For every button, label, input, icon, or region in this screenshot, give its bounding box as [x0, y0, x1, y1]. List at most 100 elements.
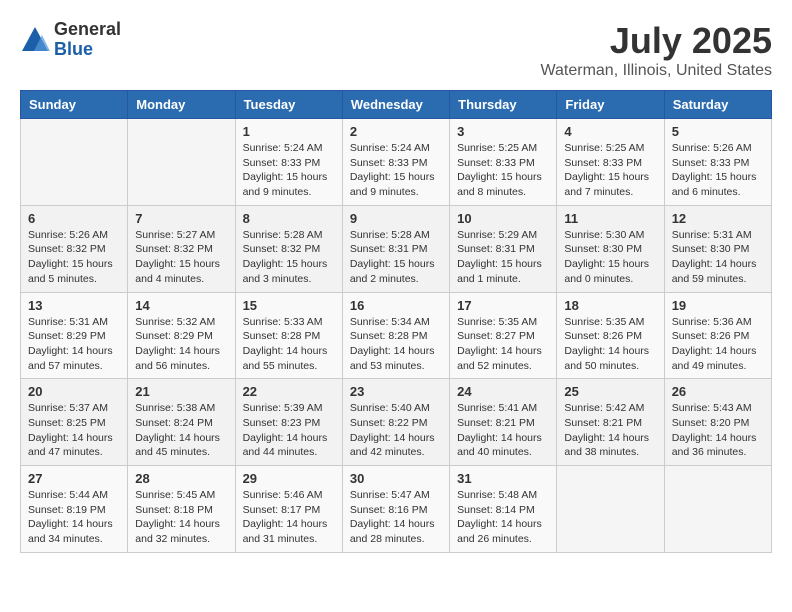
calendar-cell: 26 Sunrise: 5:43 AM Sunset: 8:20 PM Dayli…: [664, 379, 771, 466]
calendar-cell: 19Sunrise: 5:36 AM Sunset: 8:26 PM Dayli…: [664, 292, 771, 379]
day-info: Sunrise: 5:32 AM Sunset: 8:29 PM Dayligh…: [135, 315, 227, 374]
calendar-cell: 23 Sunrise: 5:40 AM Sunset: 8:22 PM Dayli…: [342, 379, 449, 466]
calendar-cell: 2Sunrise: 5:24 AM Sunset: 8:33 PM Daylig…: [342, 119, 449, 206]
calendar-week-1: 1Sunrise: 5:24 AM Sunset: 8:33 PM Daylig…: [21, 119, 772, 206]
day-number: 15: [243, 298, 335, 313]
day-number: 31: [457, 471, 549, 486]
calendar-cell: 12 Sunrise: 5:31 AM Sunset: 8:30 PM Dayli…: [664, 205, 771, 292]
day-number: 25: [564, 384, 656, 399]
day-number: 27: [28, 471, 120, 486]
logo-blue-text: Blue: [54, 40, 121, 60]
calendar-week-5: 27 Sunrise: 5:44 AM Sunset: 8:19 PM Dayli…: [21, 466, 772, 553]
day-info: Sunrise: 5:38 AM Sunset: 8:24 PM Dayligh…: [135, 401, 227, 460]
calendar-cell: 20Sunrise: 5:37 AM Sunset: 8:25 PM Dayli…: [21, 379, 128, 466]
day-info: Sunrise: 5:25 AM Sunset: 8:33 PM Dayligh…: [564, 141, 656, 200]
day-number: 22: [243, 384, 335, 399]
calendar-cell: [557, 466, 664, 553]
day-info: Sunrise: 5:27 AM Sunset: 8:32 PM Dayligh…: [135, 228, 227, 287]
calendar-cell: 18 Sunrise: 5:35 AM Sunset: 8:26 PM Dayli…: [557, 292, 664, 379]
day-number: 9: [350, 211, 442, 226]
day-number: 24: [457, 384, 549, 399]
day-number: 29: [243, 471, 335, 486]
calendar-cell: 11 Sunrise: 5:30 AM Sunset: 8:30 PM Dayli…: [557, 205, 664, 292]
day-number: 13: [28, 298, 120, 313]
calendar-cell: [21, 119, 128, 206]
day-info: Sunrise: 5:46 AM Sunset: 8:17 PM Dayligh…: [243, 488, 335, 547]
calendar-cell: 5 Sunrise: 5:26 AM Sunset: 8:33 PM Daylig…: [664, 119, 771, 206]
day-number: 6: [28, 211, 120, 226]
day-number: 14: [135, 298, 227, 313]
day-number: 17: [457, 298, 549, 313]
calendar-cell: 8 Sunrise: 5:28 AM Sunset: 8:32 PM Daylig…: [235, 205, 342, 292]
calendar-cell: 15 Sunrise: 5:33 AM Sunset: 8:28 PM Dayli…: [235, 292, 342, 379]
day-info: Sunrise: 5:24 AM Sunset: 8:33 PM Dayligh…: [350, 141, 442, 200]
logo-icon: [20, 25, 50, 55]
calendar-cell: 25Sunrise: 5:42 AM Sunset: 8:21 PM Dayli…: [557, 379, 664, 466]
day-number: 26: [672, 384, 764, 399]
page-header: General Blue July 2025 Waterman, Illinoi…: [20, 20, 772, 80]
calendar-cell: 14 Sunrise: 5:32 AM Sunset: 8:29 PM Dayli…: [128, 292, 235, 379]
day-info: Sunrise: 5:28 AM Sunset: 8:31 PM Dayligh…: [350, 228, 442, 287]
day-info: Sunrise: 5:33 AM Sunset: 8:28 PM Dayligh…: [243, 315, 335, 374]
day-info: Sunrise: 5:28 AM Sunset: 8:32 PM Dayligh…: [243, 228, 335, 287]
day-number: 16: [350, 298, 442, 313]
day-number: 7: [135, 211, 227, 226]
day-info: Sunrise: 5:31 AM Sunset: 8:30 PM Dayligh…: [672, 228, 764, 287]
logo: General Blue: [20, 20, 121, 60]
main-title: July 2025: [541, 20, 773, 62]
day-number: 11: [564, 211, 656, 226]
day-number: 12: [672, 211, 764, 226]
logo-general-text: General: [54, 20, 121, 40]
calendar-cell: 1Sunrise: 5:24 AM Sunset: 8:33 PM Daylig…: [235, 119, 342, 206]
day-number: 21: [135, 384, 227, 399]
subtitle: Waterman, Illinois, United States: [541, 62, 773, 80]
calendar-cell: 13Sunrise: 5:31 AM Sunset: 8:29 PM Dayli…: [21, 292, 128, 379]
day-info: Sunrise: 5:44 AM Sunset: 8:19 PM Dayligh…: [28, 488, 120, 547]
calendar-cell: 22 Sunrise: 5:39 AM Sunset: 8:23 PM Dayli…: [235, 379, 342, 466]
day-info: Sunrise: 5:47 AM Sunset: 8:16 PM Dayligh…: [350, 488, 442, 547]
calendar-cell: 28Sunrise: 5:45 AM Sunset: 8:18 PM Dayli…: [128, 466, 235, 553]
calendar-cell: 31 Sunrise: 5:48 AM Sunset: 8:14 PM Dayli…: [450, 466, 557, 553]
day-number: 8: [243, 211, 335, 226]
day-number: 18: [564, 298, 656, 313]
day-info: Sunrise: 5:43 AM Sunset: 8:20 PM Dayligh…: [672, 401, 764, 460]
calendar-header-row: SundayMondayTuesdayWednesdayThursdayFrid…: [21, 91, 772, 119]
calendar-cell: 27 Sunrise: 5:44 AM Sunset: 8:19 PM Dayli…: [21, 466, 128, 553]
calendar-header-tuesday: Tuesday: [235, 91, 342, 119]
calendar-cell: [128, 119, 235, 206]
day-number: 28: [135, 471, 227, 486]
day-info: Sunrise: 5:41 AM Sunset: 8:21 PM Dayligh…: [457, 401, 549, 460]
day-number: 23: [350, 384, 442, 399]
day-info: Sunrise: 5:30 AM Sunset: 8:30 PM Dayligh…: [564, 228, 656, 287]
day-info: Sunrise: 5:24 AM Sunset: 8:33 PM Dayligh…: [243, 141, 335, 200]
calendar-cell: 9 Sunrise: 5:28 AM Sunset: 8:31 PM Daylig…: [342, 205, 449, 292]
day-number: 19: [672, 298, 764, 313]
day-info: Sunrise: 5:40 AM Sunset: 8:22 PM Dayligh…: [350, 401, 442, 460]
calendar-cell: 17Sunrise: 5:35 AM Sunset: 8:27 PM Dayli…: [450, 292, 557, 379]
calendar-header-monday: Monday: [128, 91, 235, 119]
calendar-cell: 30 Sunrise: 5:47 AM Sunset: 8:16 PM Dayli…: [342, 466, 449, 553]
day-number: 20: [28, 384, 120, 399]
calendar-cell: 10Sunrise: 5:29 AM Sunset: 8:31 PM Dayli…: [450, 205, 557, 292]
calendar-cell: 7 Sunrise: 5:27 AM Sunset: 8:32 PM Daylig…: [128, 205, 235, 292]
day-info: Sunrise: 5:35 AM Sunset: 8:26 PM Dayligh…: [564, 315, 656, 374]
calendar-table: SundayMondayTuesdayWednesdayThursdayFrid…: [20, 90, 772, 553]
calendar-cell: 4 Sunrise: 5:25 AM Sunset: 8:33 PM Daylig…: [557, 119, 664, 206]
day-info: Sunrise: 5:25 AM Sunset: 8:33 PM Dayligh…: [457, 141, 549, 200]
calendar-header-thursday: Thursday: [450, 91, 557, 119]
day-number: 4: [564, 124, 656, 139]
calendar-header-saturday: Saturday: [664, 91, 771, 119]
day-info: Sunrise: 5:48 AM Sunset: 8:14 PM Dayligh…: [457, 488, 549, 547]
day-number: 30: [350, 471, 442, 486]
title-section: July 2025 Waterman, Illinois, United Sta…: [541, 20, 773, 80]
calendar-header-sunday: Sunday: [21, 91, 128, 119]
day-info: Sunrise: 5:26 AM Sunset: 8:33 PM Dayligh…: [672, 141, 764, 200]
day-number: 5: [672, 124, 764, 139]
calendar-header-friday: Friday: [557, 91, 664, 119]
day-number: 10: [457, 211, 549, 226]
calendar-cell: 24 Sunrise: 5:41 AM Sunset: 8:21 PM Dayli…: [450, 379, 557, 466]
day-info: Sunrise: 5:39 AM Sunset: 8:23 PM Dayligh…: [243, 401, 335, 460]
calendar-cell: [664, 466, 771, 553]
calendar-week-3: 13Sunrise: 5:31 AM Sunset: 8:29 PM Dayli…: [21, 292, 772, 379]
day-info: Sunrise: 5:34 AM Sunset: 8:28 PM Dayligh…: [350, 315, 442, 374]
